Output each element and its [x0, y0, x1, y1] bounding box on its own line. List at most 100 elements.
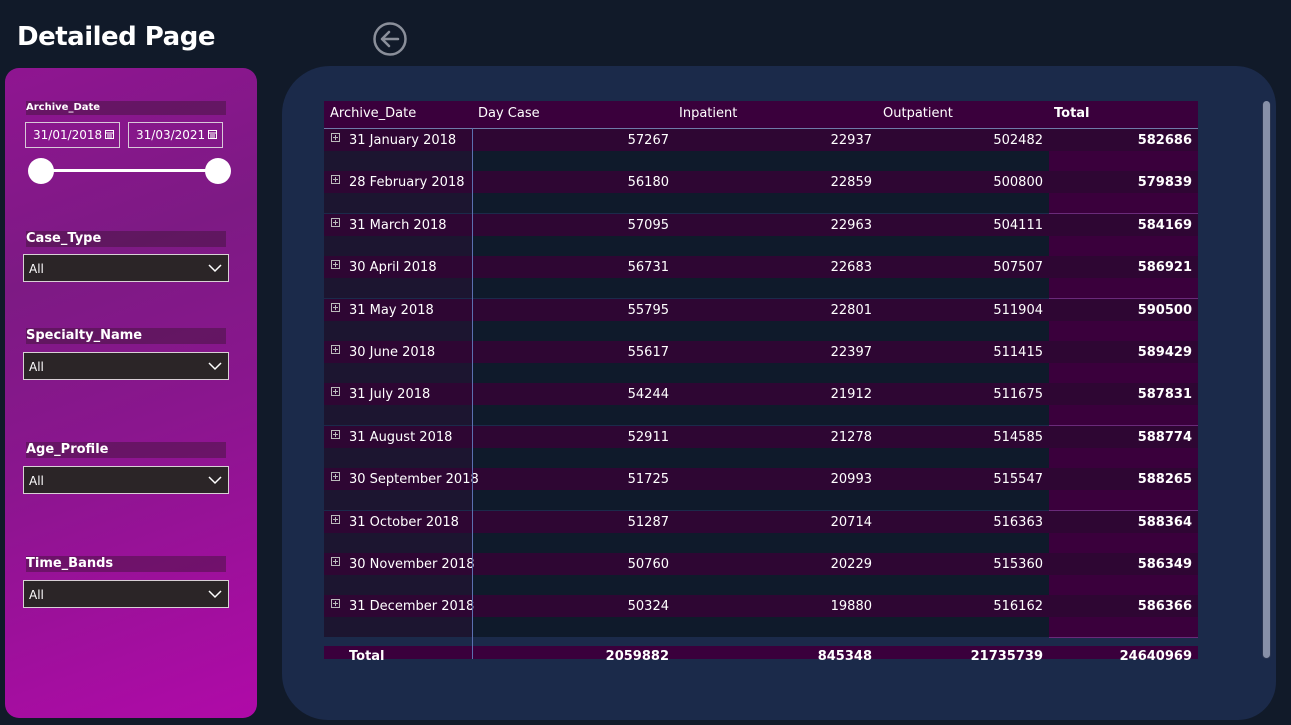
- row-date-label: 28 February 2018: [349, 175, 465, 191]
- cell-total: 586921: [1137, 260, 1192, 276]
- cell-outpatient: 515547: [993, 472, 1043, 488]
- archive-date-label: Archive_Date: [26, 101, 226, 115]
- cell-total: 588265: [1137, 472, 1192, 488]
- start-date-input[interactable]: 31/01/2018: [25, 122, 120, 148]
- expand-plus-icon[interactable]: [331, 133, 340, 142]
- calendar-icon[interactable]: [105, 130, 114, 139]
- table-row[interactable]: 31 December 2018 50324 19880 516162 586366: [324, 595, 1198, 639]
- table-row[interactable]: 30 September 2018 51725 20993 515547 588265: [324, 468, 1198, 512]
- date-range-slider-track[interactable]: [41, 169, 219, 172]
- total-outpatient: 21735739: [970, 648, 1043, 664]
- age-profile-dropdown[interactable]: All: [23, 466, 229, 494]
- cell-day-case: 51287: [627, 514, 669, 530]
- column-header-archive-date[interactable]: Archive_Date: [330, 106, 416, 121]
- cell-outpatient: 500800: [993, 175, 1043, 191]
- case-type-dropdown[interactable]: All: [23, 254, 229, 282]
- table-row[interactable]: 31 August 2018 52911 21278 514585 588774: [324, 425, 1198, 469]
- chevron-down-icon: [208, 264, 222, 273]
- cell-day-case: 50760: [627, 557, 669, 572]
- cell-day-case: 52911: [627, 429, 669, 445]
- date-slider-end-handle[interactable]: [205, 158, 231, 184]
- cell-total: 579839: [1137, 175, 1192, 191]
- cell-inpatient: 22859: [830, 175, 872, 191]
- table-total-row: Total 2059882 845348 21735739 24640969: [324, 645, 1198, 664]
- cell-day-case: 57095: [627, 217, 669, 233]
- cell-inpatient: 20714: [830, 514, 872, 530]
- row-date-label: 30 November 2018: [349, 557, 475, 572]
- matrix-table: Archive_Date Day Case Inpatient Outpatie…: [324, 101, 1198, 664]
- expand-plus-icon[interactable]: [331, 557, 340, 566]
- case-type-value: All: [29, 262, 44, 276]
- expand-plus-icon[interactable]: [331, 429, 340, 439]
- cell-outpatient: 515360: [993, 557, 1043, 572]
- total-row-label: Total: [349, 648, 385, 664]
- end-date-value: 31/03/2021: [136, 128, 206, 142]
- table-row[interactable]: 28 February 2018 56180 22859 500800 579839: [324, 171, 1198, 215]
- expand-plus-icon[interactable]: [331, 387, 340, 397]
- cell-total: 590500: [1137, 302, 1192, 318]
- expand-plus-icon[interactable]: [331, 302, 340, 312]
- chevron-down-icon: [208, 590, 222, 599]
- total-day-case: 2059882: [605, 648, 669, 664]
- time-bands-dropdown[interactable]: All: [23, 580, 229, 608]
- cell-inpatient: 22963: [830, 217, 872, 233]
- cell-day-case: 50324: [627, 599, 669, 615]
- date-slider-start-handle[interactable]: [28, 158, 54, 184]
- table-row[interactable]: 31 July 2018 54244 21912 511675 587831: [324, 383, 1198, 427]
- cell-inpatient: 22937: [830, 133, 872, 148]
- expand-plus-icon[interactable]: [331, 599, 340, 609]
- table-row[interactable]: 31 May 2018 55795 22801 511904 590500: [324, 298, 1198, 342]
- table-header-row: Archive_Date Day Case Inpatient Outpatie…: [324, 101, 1198, 129]
- expand-plus-icon[interactable]: [331, 472, 340, 482]
- row-date-label: 31 January 2018: [349, 133, 457, 148]
- age-profile-label: Age_Profile: [26, 442, 226, 458]
- row-date-label: 31 August 2018: [349, 429, 453, 445]
- cell-inpatient: 20993: [830, 472, 872, 488]
- cell-inpatient: 21912: [830, 387, 872, 403]
- row-date-label: 31 March 2018: [349, 217, 447, 233]
- cell-outpatient: 511904: [993, 302, 1043, 318]
- cell-outpatient: 507507: [993, 260, 1043, 276]
- row-date-label: 31 July 2018: [349, 387, 431, 403]
- case-type-label: Case_Type: [26, 231, 226, 247]
- column-header-total[interactable]: Total: [1054, 106, 1090, 121]
- cell-outpatient: 516363: [993, 514, 1043, 530]
- expand-plus-icon[interactable]: [331, 260, 340, 270]
- cell-total: 588774: [1137, 429, 1192, 445]
- scrollbar-thumb[interactable]: [1263, 101, 1270, 658]
- specialty-name-label: Specialty_Name: [26, 328, 226, 344]
- cell-inpatient: 22683: [830, 260, 872, 276]
- table-row[interactable]: 30 June 2018 55617 22397 511415 589429: [324, 341, 1198, 384]
- column-header-day-case[interactable]: Day Case: [478, 106, 540, 121]
- table-row[interactable]: 30 November 2018 50760 20229 515360 586349: [324, 553, 1198, 596]
- page-title: Detailed Page: [17, 22, 215, 52]
- specialty-name-dropdown[interactable]: All: [23, 352, 229, 380]
- chevron-down-icon: [208, 476, 222, 485]
- time-bands-label: Time_Bands: [26, 556, 226, 572]
- cell-day-case: 57267: [627, 133, 669, 148]
- row-date-label: 30 September 2018: [349, 472, 479, 488]
- column-divider: [472, 128, 473, 659]
- column-header-outpatient[interactable]: Outpatient: [883, 106, 953, 121]
- calendar-icon[interactable]: [208, 130, 217, 139]
- end-date-input[interactable]: 31/03/2021: [128, 122, 223, 148]
- expand-plus-icon[interactable]: [331, 345, 340, 354]
- total-total: 24640969: [1119, 648, 1192, 664]
- time-bands-value: All: [29, 588, 44, 602]
- cell-outpatient: 511415: [993, 345, 1043, 360]
- cell-total: 584169: [1137, 217, 1192, 233]
- table-row[interactable]: 31 March 2018 57095 22963 504111 584169: [324, 213, 1198, 257]
- expand-plus-icon[interactable]: [331, 175, 340, 185]
- expand-plus-icon[interactable]: [331, 217, 340, 227]
- row-date-label: 31 October 2018: [349, 514, 459, 530]
- expand-plus-icon[interactable]: [331, 514, 340, 524]
- cell-outpatient: 511675: [993, 387, 1043, 403]
- chevron-down-icon: [208, 362, 222, 371]
- column-header-inpatient[interactable]: Inpatient: [679, 106, 737, 121]
- table-row[interactable]: 31 October 2018 51287 20714 516363 588364: [324, 510, 1198, 554]
- table-row[interactable]: 31 January 2018 57267 22937 502482 582686: [324, 129, 1198, 172]
- table-row[interactable]: 30 April 2018 56731 22683 507507 586921: [324, 256, 1198, 300]
- cell-total: 582686: [1137, 133, 1192, 148]
- back-arrow-icon[interactable]: [373, 22, 407, 56]
- cell-total: 589429: [1137, 345, 1192, 360]
